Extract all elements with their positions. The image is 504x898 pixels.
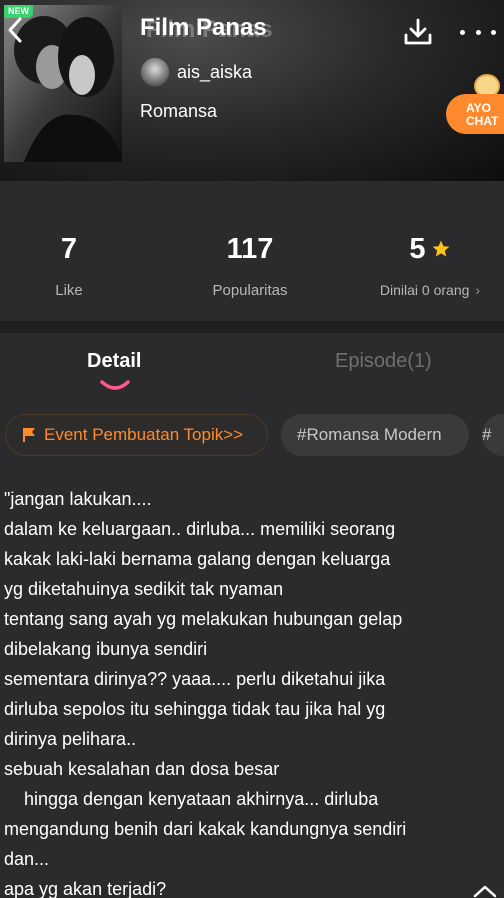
stat-like: 7 Like: [39, 231, 99, 299]
synopsis-line: tentang sang ayah yg melakukan hubungan …: [4, 609, 403, 629]
comic-detail-page: NEW Film Panas Film Panas ais_aiska Roma…: [0, 0, 504, 898]
tag-event-label: Event Pembuatan Topik>>: [44, 425, 244, 444]
chat-promo-button[interactable]: AYO CHAT: [446, 74, 504, 138]
genre-label: Romansa: [140, 101, 218, 121]
synopsis-line: dalam ke keluargaan.. dirluba... memilik…: [4, 519, 396, 539]
header: NEW Film Panas Film Panas ais_aiska Roma…: [0, 0, 504, 181]
avatar: [140, 57, 170, 87]
download-icon: [404, 18, 432, 45]
synopsis-line: dan...: [4, 849, 50, 869]
tab-detail[interactable]: Detail: [87, 350, 141, 373]
tag-event[interactable]: Event Pembuatan Topik>>: [5, 414, 268, 456]
tag-next[interactable]: #: [482, 414, 504, 456]
stat-popularity: 117 Popularitas: [200, 231, 300, 299]
synopsis-line: dirinya pelihara..: [4, 729, 137, 749]
like-label: Like: [55, 282, 83, 299]
synopsis-line: kakak laki-laki bernama galang dengan ke…: [4, 549, 391, 569]
section-divider: [0, 321, 504, 333]
more-button[interactable]: [460, 22, 496, 42]
synopsis-line: sementara dirinya?? yaaa.... perlu diket…: [4, 669, 386, 689]
comic-title: Film Panas: [140, 14, 267, 41]
synopsis: "jangan lakukan.... dalam ke keluargaan.…: [4, 484, 500, 898]
download-button[interactable]: [402, 16, 434, 48]
synopsis-line: hingga dengan kenyataan akhirnya... dirl…: [4, 789, 379, 809]
tag-romansa-modern[interactable]: #Romansa Modern: [281, 414, 469, 456]
synopsis-line: sebuah kesalahan dan dosa besar: [4, 759, 280, 779]
rating-value: 5: [409, 233, 426, 265]
stat-rating[interactable]: 5 Dinilai 0 orang ›: [370, 231, 490, 298]
synopsis-line: mengandung benih dari kakak kandungnya s…: [4, 819, 407, 839]
like-count: 7: [60, 233, 78, 265]
back-button[interactable]: [4, 14, 26, 46]
synopsis-line: apa yg akan terjadi?: [4, 879, 167, 898]
chevron-left-icon: [8, 17, 22, 43]
synopsis-line: dirluba sepolos itu sehingga tidak tau j…: [4, 699, 386, 719]
stats-panel: 7 Like 117 Popularitas 5 Dinilai 0 orang…: [0, 181, 504, 321]
popularity-count: 117: [226, 233, 274, 265]
rating-label: Dinilai 0 orang: [379, 282, 470, 298]
star-icon: [432, 240, 449, 257]
chat-promo-label: AYO CHAT: [446, 94, 504, 134]
chevron-right-icon: ›: [475, 282, 481, 298]
synopsis-line: "jangan lakukan....: [4, 489, 152, 509]
tab-episode[interactable]: Episode(1): [335, 350, 432, 373]
synopsis-line: yg diketahuinya sedikit tak nyaman: [4, 579, 284, 599]
tab-indicator: [100, 380, 130, 390]
flag-icon: [23, 428, 35, 442]
more-dots-icon: [460, 29, 465, 35]
popularity-label: Popularitas: [212, 282, 288, 299]
tag-list: Event Pembuatan Topik>> #Romansa Modern …: [0, 414, 504, 458]
author[interactable]: ais_aiska: [140, 56, 252, 88]
chevron-up-icon[interactable]: [472, 882, 498, 898]
synopsis-line: dibelakang ibunya sendiri: [4, 639, 208, 659]
tab-bar: Detail Episode(1): [0, 333, 504, 393]
author-name: ais_aiska: [177, 61, 253, 82]
